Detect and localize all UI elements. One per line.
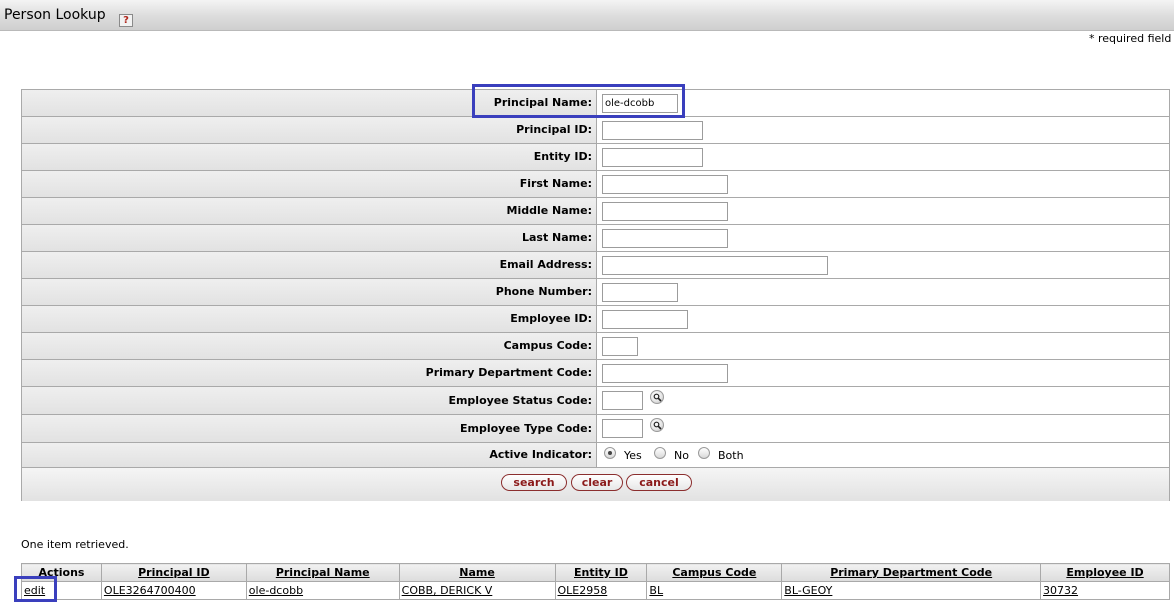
email-address-label: Email Address: [22,252,597,278]
active-both-radio[interactable] [698,447,710,459]
phone-number-label: Phone Number: [22,279,597,305]
name-link[interactable]: COBB, DERICK V [402,584,493,597]
form-row-principal-id: Principal ID: [22,117,1169,144]
form-row-first-name: First Name: [22,171,1169,198]
form-row-entity-id: Entity ID: [22,144,1169,171]
search-form: Principal Name: Principal ID: Entity ID:… [21,89,1170,501]
active-no-radio[interactable] [654,447,666,459]
clear-button[interactable]: clear [571,474,623,491]
entity-id-link[interactable]: OLE2958 [558,584,608,597]
employee-type-code-label: Employee Type Code: [22,415,597,442]
employee-status-code-input[interactable] [602,391,643,410]
form-row-last-name: Last Name: [22,225,1169,252]
page-title: Person Lookup [4,7,106,23]
email-address-input[interactable] [602,256,828,275]
active-indicator-label: Active Indicator: [22,443,597,467]
form-row-principal-name: Principal Name: [22,90,1169,117]
active-yes-label: Yes [624,449,642,462]
principal-name-input[interactable] [602,94,678,113]
column-header-name[interactable]: Name [398,563,556,582]
employee-id-input[interactable] [602,310,688,329]
middle-name-input[interactable] [602,202,728,221]
form-row-phone-number: Phone Number: [22,279,1169,306]
entity-id-label: Entity ID: [22,144,597,170]
active-yes-radio[interactable] [604,447,616,459]
form-row-employee-type-code: Employee Type Code: [22,415,1169,443]
form-row-campus-code: Campus Code: [22,333,1169,360]
principal-name-label: Principal Name: [22,90,597,116]
middle-name-label: Middle Name: [22,198,597,224]
phone-number-input[interactable] [602,283,678,302]
column-header-principal-id[interactable]: Principal ID [100,563,247,582]
table-row: edit OLE3264700400 ole-dcobb COBB, DERIC… [21,581,1170,600]
campus-code-input[interactable] [602,337,638,356]
help-icon[interactable]: ? [119,14,133,27]
column-header-primary-department-code[interactable]: Primary Department Code [781,563,1042,582]
primary-department-code-link[interactable]: BL-GEOY [784,584,832,597]
principal-name-link[interactable]: ole-dcobb [249,584,303,597]
form-row-email-address: Email Address: [22,252,1169,279]
column-header-actions: Actions [21,563,102,582]
entity-id-input[interactable] [602,148,703,167]
employee-id-link[interactable]: 30732 [1043,584,1078,597]
form-row-primary-department-code: Primary Department Code: [22,360,1169,387]
column-header-employee-id[interactable]: Employee ID [1040,563,1170,582]
result-count: One item retrieved. [21,538,129,551]
campus-code-link[interactable]: BL [649,584,663,597]
form-row-middle-name: Middle Name: [22,198,1169,225]
cancel-button[interactable]: cancel [626,474,692,491]
column-header-campus-code[interactable]: Campus Code [646,563,783,582]
employee-id-label: Employee ID: [22,306,597,332]
results-table: Actions Principal ID Principal Name Name… [21,563,1170,600]
edit-link[interactable]: edit [24,584,45,597]
primary-department-code-input[interactable] [602,364,728,383]
header-bar: Person Lookup ? [0,0,1174,31]
required-field-note: * required field [1089,32,1172,45]
first-name-input[interactable] [602,175,728,194]
employee-status-code-label: Employee Status Code: [22,387,597,414]
active-both-label: Both [718,449,744,462]
column-header-principal-name[interactable]: Principal Name [245,563,400,582]
first-name-label: First Name: [22,171,597,197]
campus-code-label: Campus Code: [22,333,597,359]
search-icon[interactable] [650,390,664,404]
search-icon[interactable] [650,418,664,432]
button-row: search clear cancel [22,468,1169,501]
last-name-label: Last Name: [22,225,597,251]
primary-department-code-label: Primary Department Code: [22,360,597,386]
principal-id-label: Principal ID: [22,117,597,143]
results-header-row: Actions Principal ID Principal Name Name… [21,563,1170,582]
column-header-entity-id[interactable]: Entity ID [554,563,648,582]
search-button[interactable]: search [501,474,567,491]
active-no-label: No [674,449,689,462]
last-name-input[interactable] [602,229,728,248]
principal-id-link[interactable]: OLE3264700400 [104,584,196,597]
form-row-employee-id: Employee ID: [22,306,1169,333]
employee-type-code-input[interactable] [602,419,643,438]
principal-id-input[interactable] [602,121,703,140]
form-row-employee-status-code: Employee Status Code: [22,387,1169,415]
form-row-active-indicator: Active Indicator: Yes No Both [22,443,1169,468]
